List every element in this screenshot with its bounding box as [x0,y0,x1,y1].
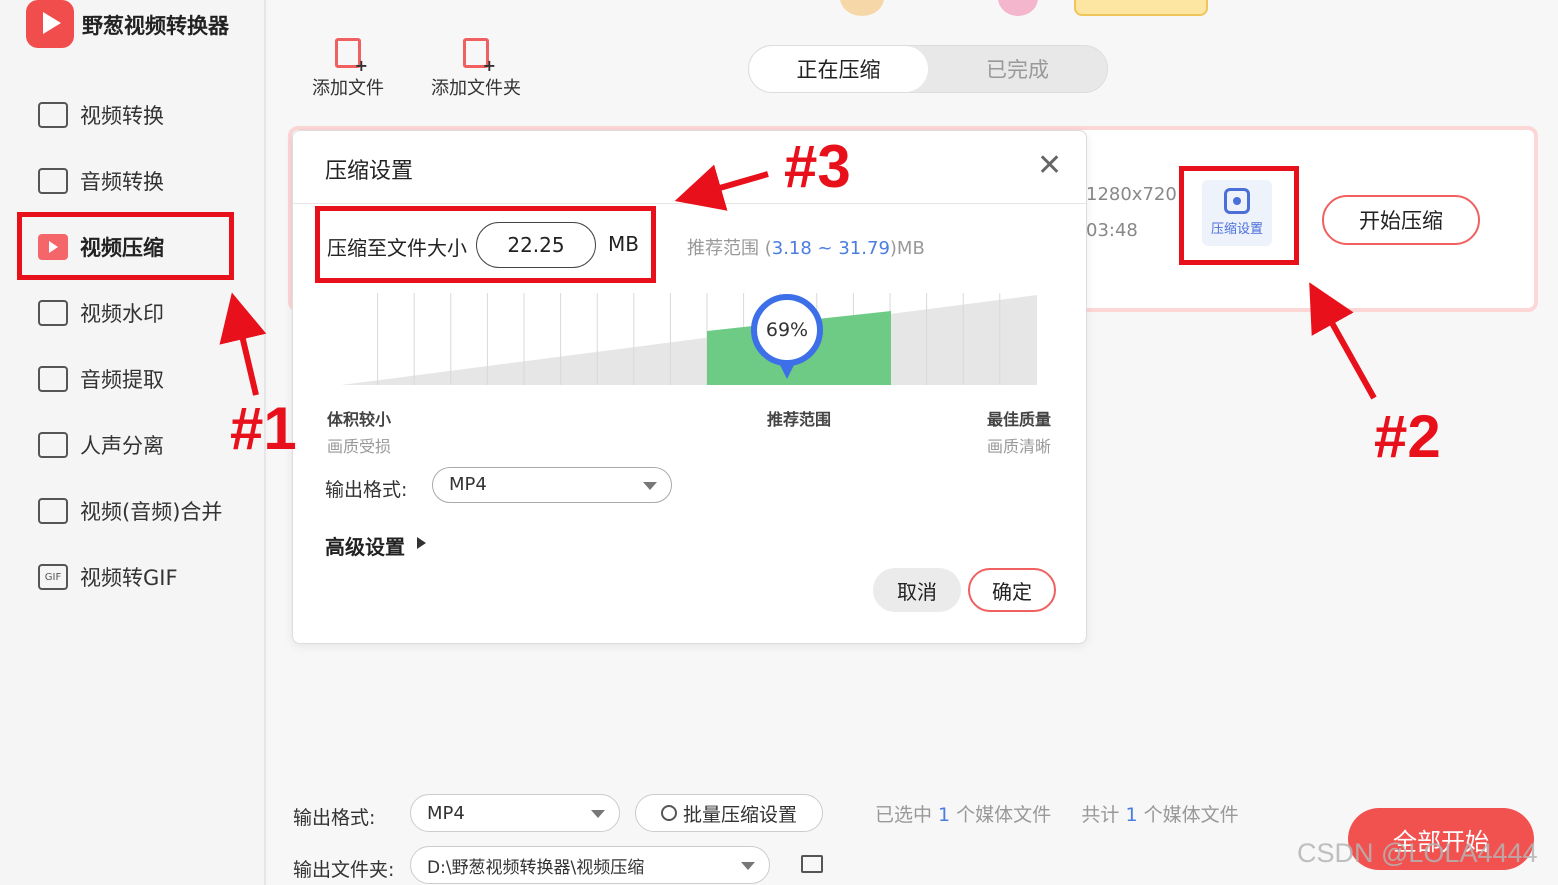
add-file-label: 添加文件 [312,78,384,99]
batch-compress-label: 批量压缩设置 [682,803,797,826]
app-logo-icon [26,0,74,48]
sidebar-item-label: 音频提取 [80,368,164,392]
range-max: 31.79 [838,238,890,259]
recommended-range: 推荐范围 (3.18 ~ 31.79)MB [687,238,925,259]
open-folder-icon[interactable] [801,855,823,873]
slider-handle[interactable]: 69% [751,294,823,366]
merge-icon [38,498,68,524]
output-format-label: 输出格式: [293,807,376,829]
chevron-down-icon [591,810,605,818]
divider [293,203,1086,204]
annotation-box-3 [315,206,656,283]
add-file-button[interactable]: 添加文件 [312,38,384,100]
output-format-value: MP4 [427,802,465,824]
add-folder-button[interactable]: 添加文件夹 [431,38,521,100]
annotation-box-1 [17,212,234,280]
chevron-down-icon [643,482,657,490]
scale-right-sub: 画质清晰 [987,437,1052,456]
sidebar-item-label: 视频转换 [80,104,164,128]
annotation-box-2 [1179,166,1299,265]
add-folder-icon [463,38,496,75]
scale-right-title: 最佳质量 [987,410,1052,429]
app-title: 野葱视频转换器 [82,14,229,38]
add-folder-label: 添加文件夹 [431,78,521,99]
batch-compress-settings-button[interactable]: 批量压缩设置 [635,794,823,832]
output-folder-value: D:\野葱视频转换器\视频压缩 [427,857,645,878]
range-min: 3.18 [771,238,812,259]
dialog-format-select[interactable]: MP4 [432,467,672,503]
start-compress-button[interactable]: 开始压缩 [1322,195,1480,245]
status-tabs: 正在压缩 已完成 [748,45,1108,93]
tab-completed[interactable]: 已完成 [928,46,1107,92]
voice-separate-icon [38,432,68,458]
upgrade-button[interactable] [1074,0,1208,16]
watermark-icon [38,300,68,326]
sidebar-item-voice-separate[interactable]: 人声分离 [38,425,164,465]
slider-pointer [778,361,796,379]
sidebar-item-video-convert[interactable]: 视频转换 [38,95,164,135]
scale-left-sub: 画质受损 [327,437,392,456]
confirm-button[interactable]: 确定 [968,568,1056,612]
slider-track [341,295,1037,385]
tab-compressing[interactable]: 正在压缩 [749,46,928,92]
selected-count: 1 [938,804,951,826]
file-resolution: 1280x720 [1086,184,1177,205]
output-format-select[interactable]: MP4 [410,794,620,832]
sidebar-item-merge[interactable]: 视频(音频)合并 [38,491,222,531]
add-file-icon [335,38,368,75]
vip-badge-icon [998,0,1038,16]
dialog-format-label: 输出格式: [325,479,408,501]
file-duration: 03:48 [1086,220,1138,241]
dialog-format-value: MP4 [449,474,487,495]
advanced-settings-toggle[interactable]: 高级设置 [325,531,405,560]
sidebar-item-label: 视频转GIF [80,566,178,590]
watermark: CSDN @LOLA4444 [1297,838,1538,868]
sidebar: 野葱视频转换器 视频转换 音频转换 视频压缩 视频水印 音频提取 人声分离 视频… [0,0,266,885]
sidebar-item-label: 音频转换 [80,170,164,194]
sidebar-item-watermark[interactable]: 视频水印 [38,293,164,333]
scale-left-title: 体积较小 [327,410,392,429]
sidebar-item-audio-extract[interactable]: 音频提取 [38,359,164,399]
sidebar-item-label: 视频水印 [80,302,164,326]
annotation-label-3: #3 [784,133,851,200]
audio-extract-icon [38,366,68,392]
settings-ring-icon [660,805,677,821]
annotation-label-1: #1 [230,395,297,462]
chevron-right-icon[interactable] [417,537,426,549]
dialog-title: 压缩设置 [325,159,414,184]
quality-slider[interactable] [341,293,1041,393]
selection-stats: 已选中 1 个媒体文件 共计 1 个媒体文件 [875,804,1239,826]
close-icon[interactable]: ✕ [1037,151,1062,181]
audio-convert-icon [38,168,68,194]
scale-mid-title: 推荐范围 [767,410,832,429]
chevron-down-icon [741,862,755,870]
sidebar-item-gif[interactable]: GIF 视频转GIF [38,557,178,597]
cancel-button[interactable]: 取消 [873,568,961,612]
video-convert-icon [38,102,68,128]
output-folder-label: 输出文件夹: [293,859,395,881]
output-folder-select[interactable]: D:\野葱视频转换器\视频压缩 [410,846,770,884]
sidebar-item-label: 人声分离 [80,434,164,458]
sidebar-item-audio-convert[interactable]: 音频转换 [38,161,164,201]
gif-icon: GIF [38,564,68,590]
avatar[interactable] [840,0,884,16]
sidebar-item-label: 视频(音频)合并 [80,500,223,524]
annotation-label-2: #2 [1374,403,1441,470]
total-count: 1 [1125,804,1138,826]
